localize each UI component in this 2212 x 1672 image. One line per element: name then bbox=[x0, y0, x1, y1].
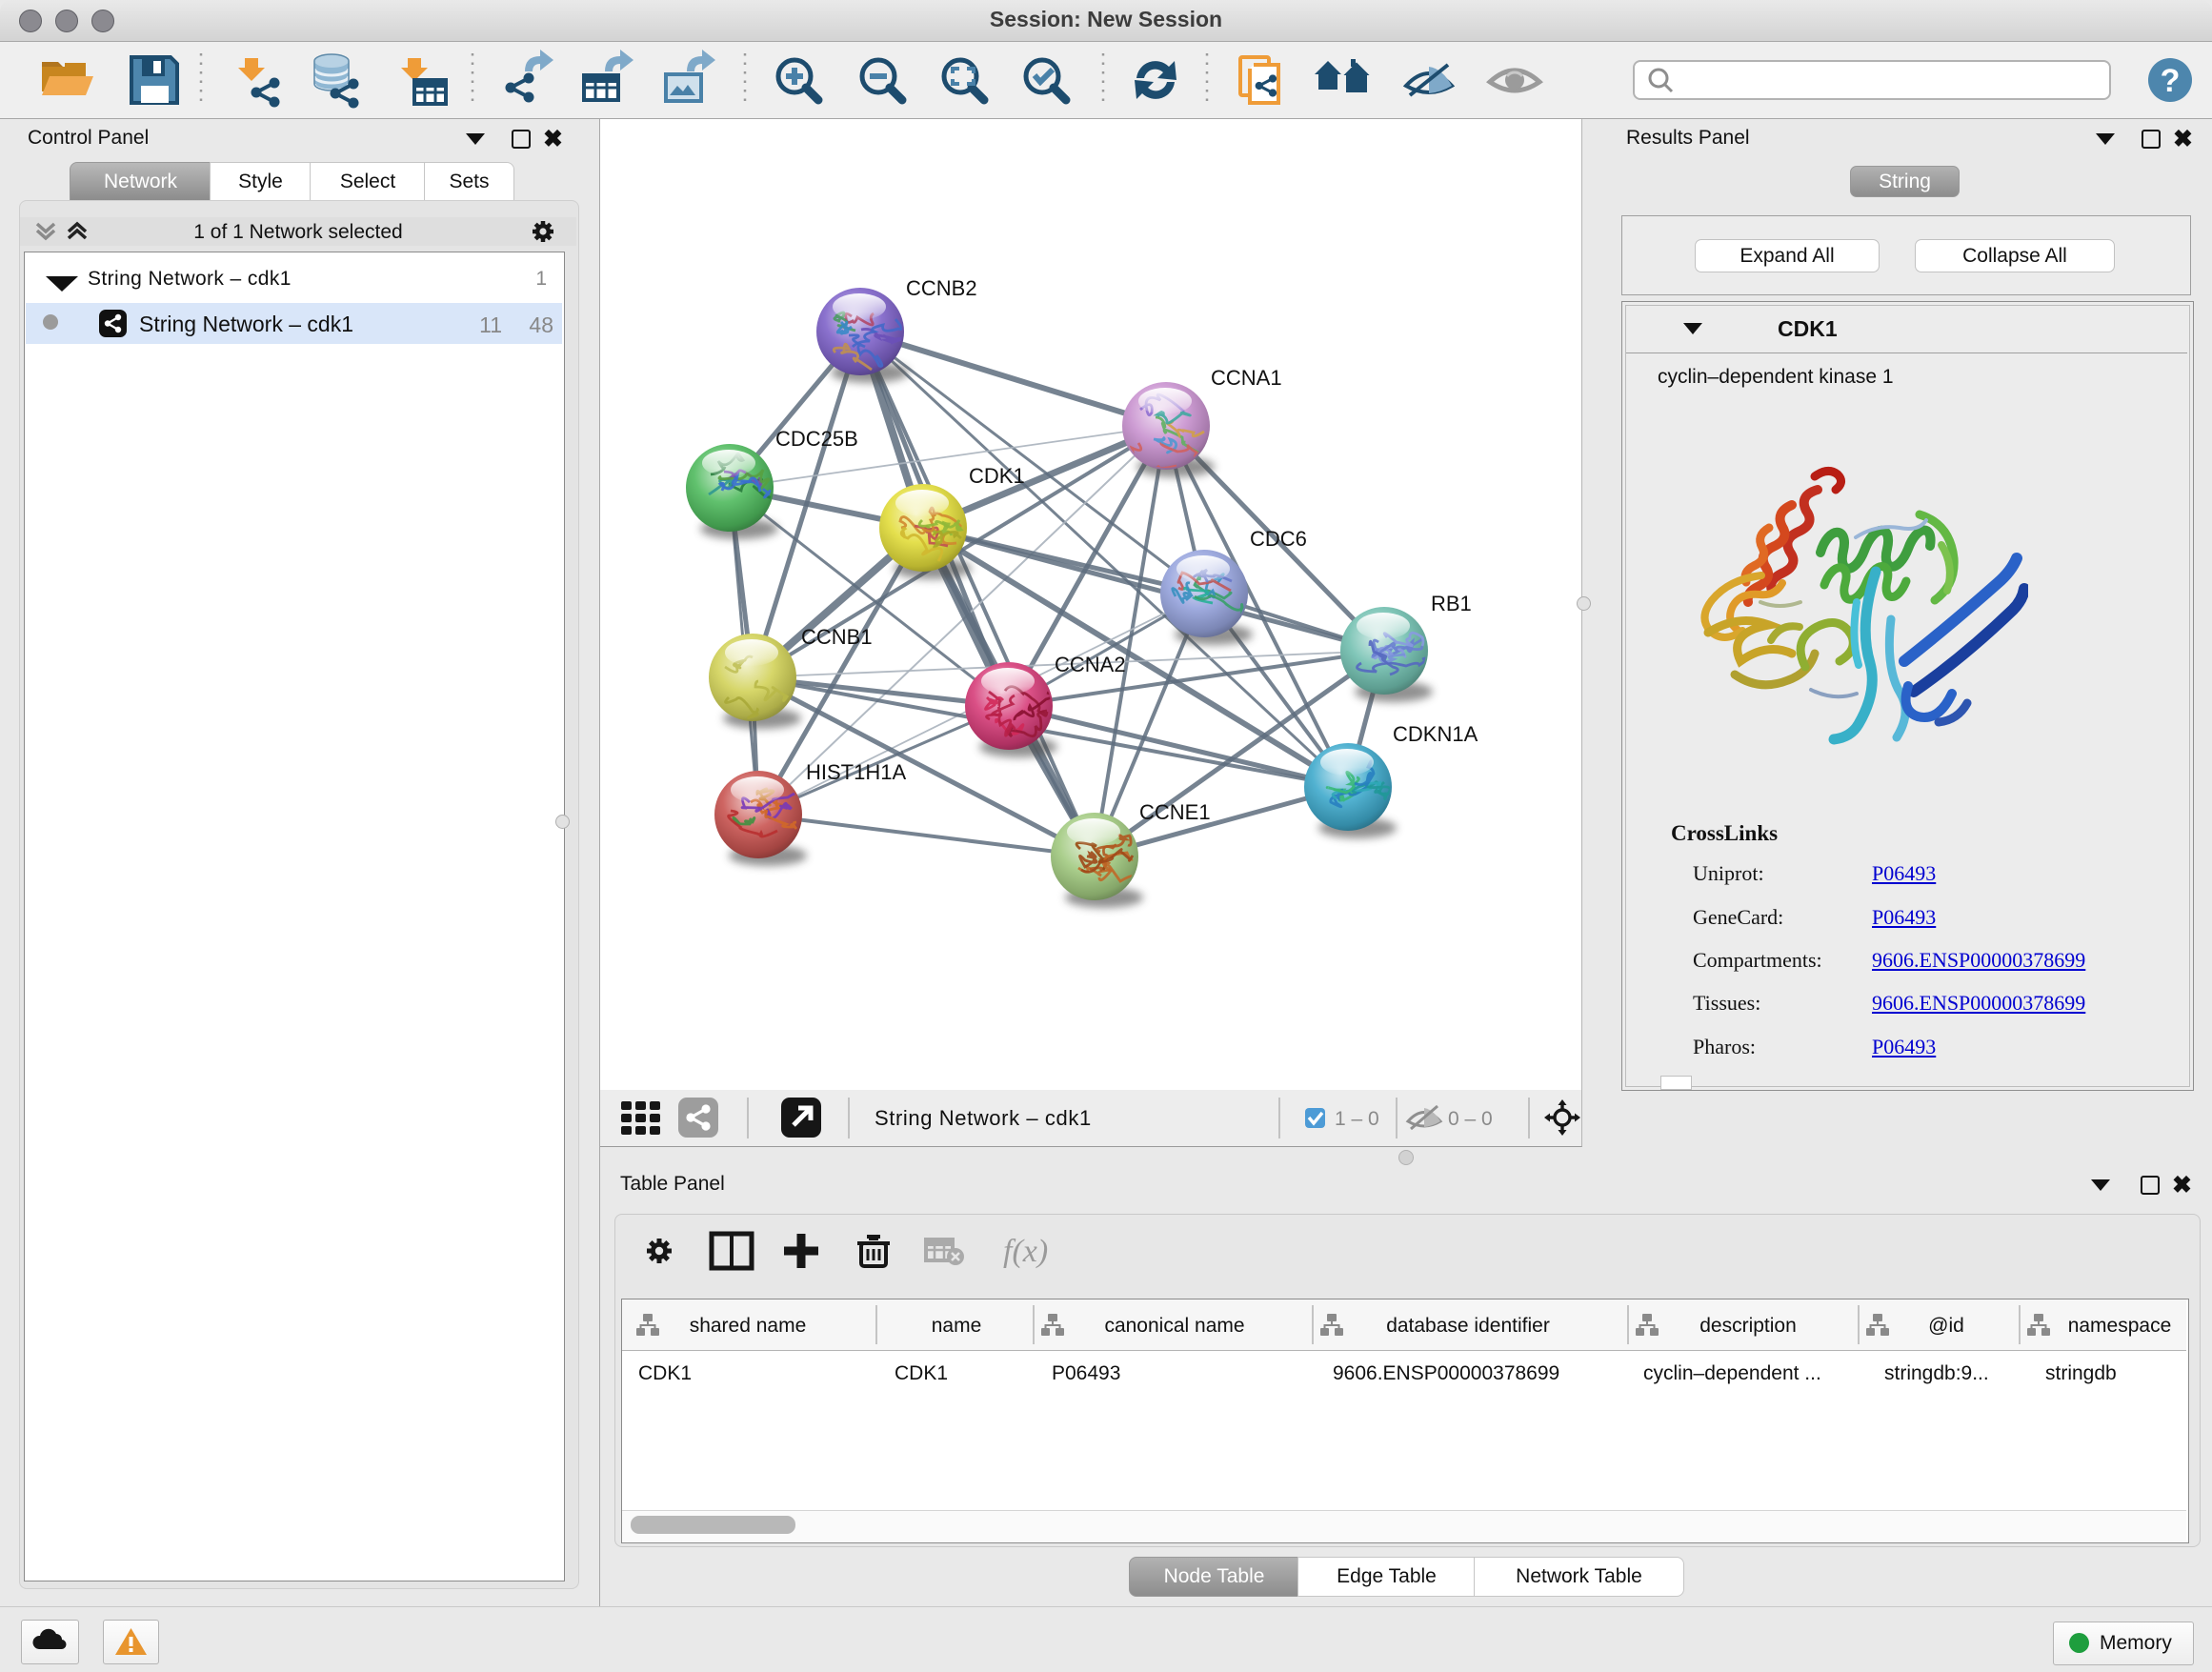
svg-text:CDK1: CDK1 bbox=[969, 464, 1025, 488]
svg-text:CDC25B: CDC25B bbox=[775, 427, 858, 451]
svg-text:HIST1H1A: HIST1H1A bbox=[806, 760, 906, 784]
svg-text:CCNE1: CCNE1 bbox=[1139, 800, 1211, 824]
svg-text:?: ? bbox=[2161, 63, 2181, 99]
svg-text:database identifier: database identifier bbox=[1386, 1315, 1550, 1337]
svg-text:CDC6: CDC6 bbox=[1250, 527, 1307, 551]
svg-text:0 – 0: 0 – 0 bbox=[1448, 1108, 1493, 1130]
svg-text:RB1: RB1 bbox=[1431, 592, 1472, 615]
svg-text:f(x): f(x) bbox=[1003, 1234, 1048, 1269]
svg-text:CCNA1: CCNA1 bbox=[1211, 366, 1282, 390]
svg-text:CCNB2: CCNB2 bbox=[906, 276, 977, 300]
svg-text:shared name: shared name bbox=[690, 1315, 807, 1337]
svg-text:description: description bbox=[1699, 1315, 1797, 1337]
svg-text:canonical name: canonical name bbox=[1104, 1315, 1244, 1337]
svg-text:CDKN1A: CDKN1A bbox=[1393, 722, 1478, 746]
svg-text:@id: @id bbox=[1928, 1315, 1964, 1337]
svg-text:namespace: namespace bbox=[2068, 1315, 2172, 1337]
svg-text:CCNB1: CCNB1 bbox=[801, 625, 873, 649]
svg-text:String Network – cdk1: String Network – cdk1 bbox=[875, 1106, 1092, 1130]
svg-text:1 – 0: 1 – 0 bbox=[1335, 1108, 1379, 1130]
svg-text:name: name bbox=[932, 1315, 982, 1337]
svg-text:CCNA2: CCNA2 bbox=[1055, 653, 1126, 676]
